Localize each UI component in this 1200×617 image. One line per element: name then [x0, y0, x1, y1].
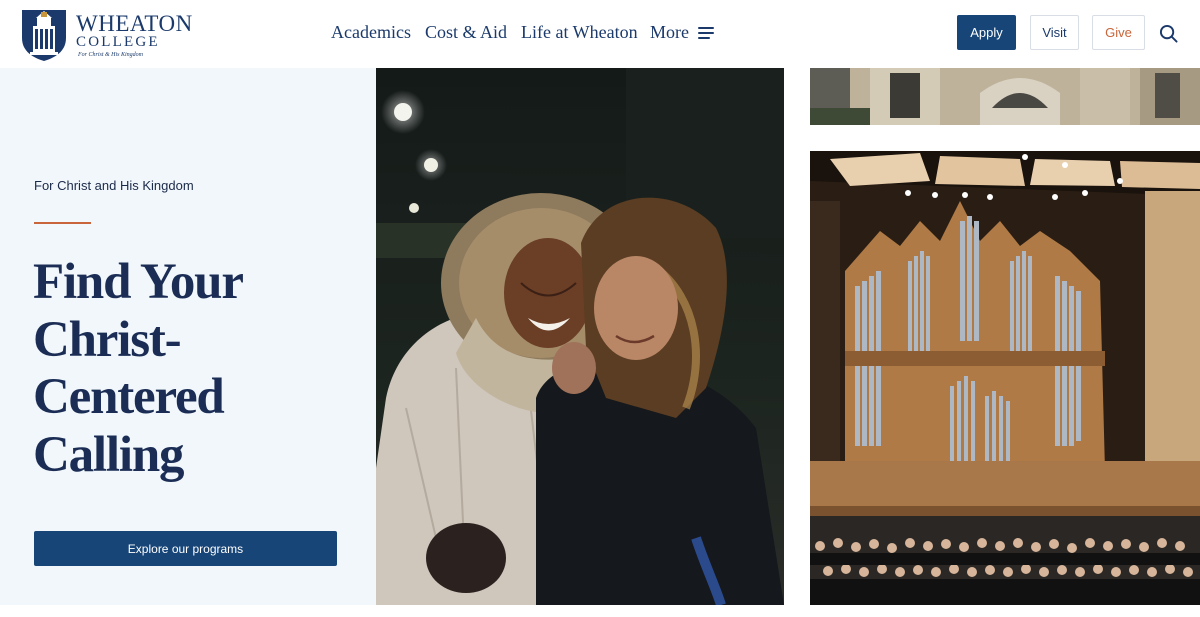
explore-programs-button[interactable]: Explore our programs — [34, 531, 337, 566]
wheaton-logo[interactable]: WHEATON COLLEGE For Christ & His Kingdom — [20, 6, 200, 62]
students-photo — [376, 68, 784, 605]
accent-divider — [34, 222, 91, 224]
students-illustration — [376, 68, 784, 605]
building-photo — [810, 68, 1200, 125]
logo-name: WHEATON — [76, 11, 193, 36]
organ-illustration — [810, 151, 1200, 605]
site-header: WHEATON COLLEGE For Christ & His Kingdom… — [0, 0, 1200, 68]
logo-subtitle: COLLEGE — [76, 34, 160, 50]
organ-choir-photo — [810, 151, 1200, 605]
nav-more-label: More — [650, 22, 689, 42]
logo-motto: For Christ & His Kingdom — [78, 52, 144, 58]
apply-button[interactable]: Apply — [957, 15, 1016, 50]
nav-more-button[interactable]: More — [650, 21, 714, 43]
crest-icon — [22, 10, 66, 61]
hero-panel: For Christ and His Kingdom Find Your Chr… — [0, 68, 376, 605]
page-bottom — [0, 605, 1200, 617]
give-button[interactable]: Give — [1092, 15, 1145, 50]
visit-button[interactable]: Visit — [1030, 15, 1079, 50]
hero-headline: Find Your Christ-Centered Calling — [33, 254, 243, 483]
nav-academics[interactable]: Academics — [331, 21, 411, 43]
search-icon[interactable] — [1159, 24, 1178, 43]
hamburger-menu-icon — [698, 26, 714, 39]
hero-eyebrow: For Christ and His Kingdom — [34, 178, 194, 193]
nav-cost-aid[interactable]: Cost & Aid — [425, 21, 507, 43]
nav-life-at-wheaton[interactable]: Life at Wheaton — [521, 21, 638, 43]
building-illustration — [810, 68, 1200, 125]
